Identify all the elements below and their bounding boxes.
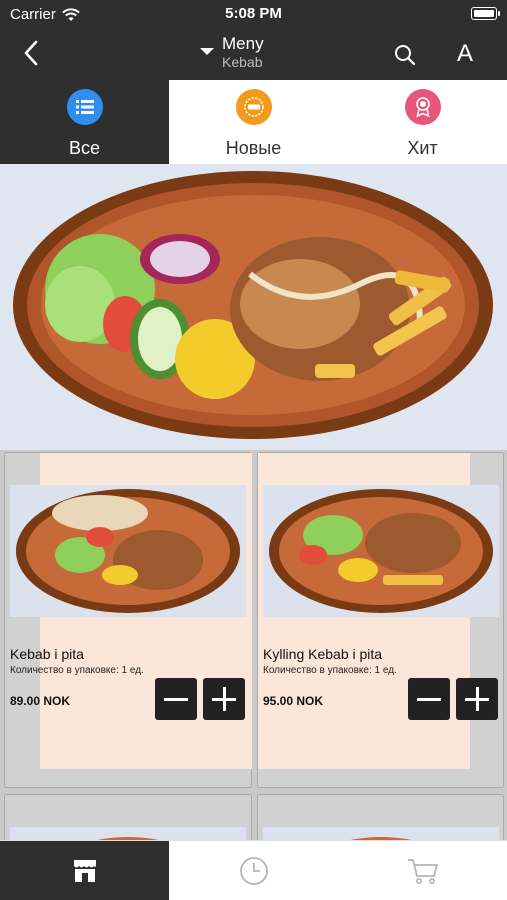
product-card[interactable]: Kebab i pita Количество в упаковке: 1 ед… — [4, 452, 252, 788]
product-name: Kylling Kebab i pita — [263, 646, 383, 662]
plus-icon-vertical — [222, 687, 226, 711]
bottom-tab-bar — [0, 840, 507, 900]
product-image — [10, 827, 246, 840]
list-icon — [66, 89, 103, 125]
caret-down-icon — [200, 48, 214, 55]
product-card[interactable] — [4, 794, 252, 840]
award-ribbon-icon — [404, 89, 441, 125]
product-pack-size: Количество в упаковке: 1 ед. — [263, 665, 397, 676]
product-card[interactable]: Kylling Kebab i pita Количество в упаков… — [257, 452, 504, 788]
increase-quantity-button[interactable] — [456, 678, 498, 720]
product-grid: Kebab i pita Количество в упаковке: 1 ед… — [0, 450, 507, 840]
tab-all[interactable]: Все — [0, 80, 169, 164]
decrease-quantity-button[interactable] — [155, 678, 197, 720]
tab-history[interactable] — [169, 841, 338, 900]
product-price: 89.00 NOK — [10, 694, 71, 708]
product-pack-size: Количество в упаковке: 1 ед. — [10, 665, 144, 676]
tab-hit[interactable]: Хит — [338, 80, 507, 164]
search-icon[interactable] — [392, 42, 418, 68]
category-tabs: Все Новые Хит — [0, 80, 507, 164]
product-name: Kebab i pita — [10, 646, 84, 662]
kebab-plate-image — [13, 171, 493, 439]
clock-time: 5:08 PM — [225, 5, 282, 22]
product-image — [263, 485, 499, 617]
menu-selector[interactable]: Meny Kebab — [200, 34, 264, 70]
product-image — [10, 485, 246, 617]
minus-icon — [417, 697, 441, 701]
decrease-quantity-button[interactable] — [408, 678, 450, 720]
tab-store[interactable] — [0, 841, 169, 900]
tab-new-label: Новые — [225, 138, 282, 158]
font-size-button[interactable]: A — [454, 40, 476, 68]
product-image — [263, 827, 499, 840]
new-badge-icon — [235, 89, 272, 125]
back-chevron-icon[interactable] — [18, 38, 46, 68]
status-bar: Carrier 5:08 PM — [0, 0, 507, 28]
plus-icon-vertical — [475, 687, 479, 711]
clock-icon — [239, 857, 268, 885]
page-subtitle: Kebab — [222, 54, 263, 70]
product-card[interactable] — [257, 794, 504, 840]
store-icon — [73, 860, 96, 882]
page-title: Meny — [222, 34, 264, 53]
product-price: 95.00 NOK — [263, 694, 324, 708]
battery-icon — [471, 7, 500, 20]
minus-icon — [164, 697, 188, 701]
navigation-bar: Meny Kebab A — [0, 28, 507, 80]
hero-banner[interactable] — [0, 164, 507, 450]
tab-hit-label: Хит — [407, 138, 438, 158]
tab-all-label: Все — [68, 138, 101, 158]
tab-cart[interactable] — [338, 841, 507, 900]
increase-quantity-button[interactable] — [203, 678, 245, 720]
tab-new[interactable]: Новые — [169, 80, 338, 164]
cart-icon — [407, 859, 438, 884]
